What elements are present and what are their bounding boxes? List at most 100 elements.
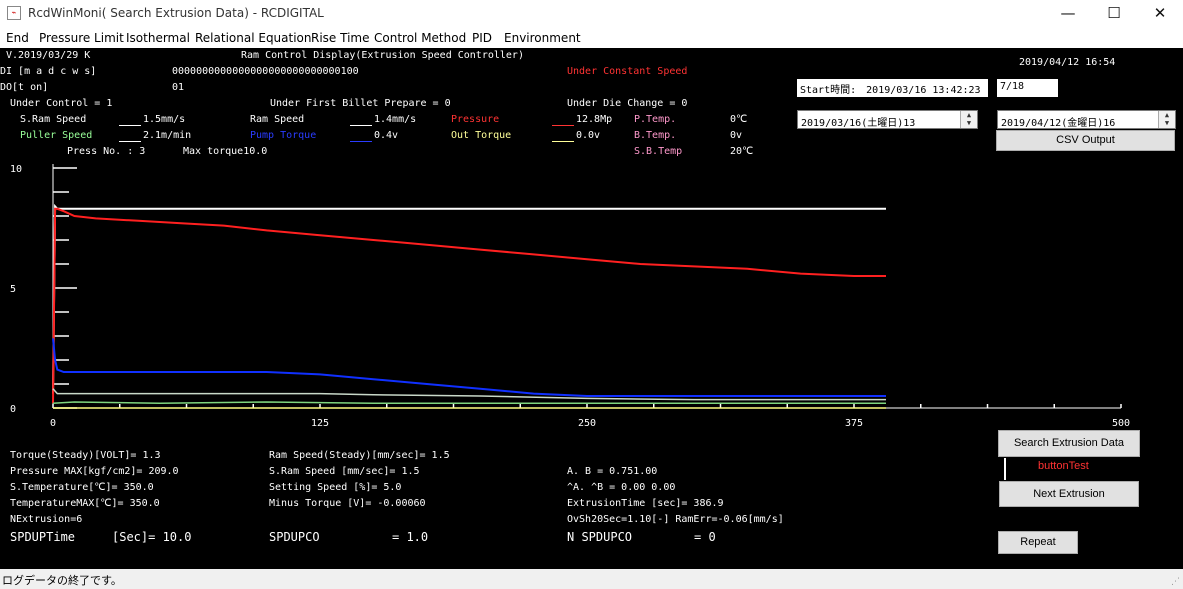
b-temp-value: 0v bbox=[730, 130, 743, 141]
overshoot-ram-error: OvSh20Sec=1.10[-] RamErr=-0.06[mm/s] bbox=[567, 514, 784, 525]
puller-speed-label: Puller Speed bbox=[20, 130, 93, 141]
status-label: Under Constant Speed bbox=[567, 66, 688, 77]
p-temp-label: P.Temp. bbox=[634, 114, 677, 125]
ram-speed-value: 1.4mm/s bbox=[374, 114, 417, 125]
button-test-marker bbox=[1004, 458, 1006, 480]
pressure-label: Pressure bbox=[451, 114, 500, 125]
sram-speed-swatch bbox=[119, 125, 141, 126]
pump-torque-swatch bbox=[350, 141, 372, 142]
close-button[interactable]: ✕ bbox=[1137, 0, 1183, 28]
x-tick-label: 375 bbox=[845, 418, 863, 429]
start-time-box: Start時間: 2019/03/16 13:42:23 bbox=[797, 79, 988, 97]
spdupco-label: SPDUPCO bbox=[269, 530, 320, 544]
x-tick-label: 0 bbox=[50, 418, 56, 429]
sb-temp-value: 20℃ bbox=[730, 146, 754, 157]
do-bits: 01 bbox=[172, 82, 185, 93]
n-spdupco-label: N SPDUPCO bbox=[567, 530, 633, 544]
repeat-button[interactable]: Repeat bbox=[998, 531, 1078, 554]
p-temp-value: 0℃ bbox=[730, 114, 748, 125]
sram-speed-value: 1.5mm/s bbox=[143, 114, 186, 125]
y-tick-label: 0 bbox=[10, 404, 16, 415]
resize-grip-icon[interactable]: ⋰ bbox=[1171, 577, 1180, 587]
series-line-1 bbox=[52, 207, 886, 404]
date-to-value: 2019/04/12(金曜日)16 bbox=[1001, 118, 1116, 129]
puller-speed-value: 2.1m/min bbox=[143, 130, 192, 141]
temperature-max: TemperatureMAX[℃]= 350.0 bbox=[10, 498, 160, 509]
title-bar: ⌁ RcdWinMoni( Search Extrusion Data) - R… bbox=[0, 0, 1183, 28]
torque-steady: Torque(Steady)[VOLT]= 1.3 bbox=[10, 450, 161, 461]
series-line-2 bbox=[52, 338, 886, 397]
ram-speed-label: Ram Speed bbox=[250, 114, 305, 125]
display-title: Ram Control Display(Extrusion Speed Cont… bbox=[241, 50, 524, 61]
spdup-time-label: SPDUPTime bbox=[10, 530, 76, 544]
out-torque-swatch bbox=[552, 141, 574, 142]
ram-speed-steady: Ram Speed(Steady)[mm/sec]= 1.5 bbox=[269, 450, 450, 461]
minimize-button[interactable]: — bbox=[1045, 0, 1091, 28]
first-billet-prepare: Under First Billet Prepare = 0 bbox=[270, 98, 451, 109]
version-label: V.2019/03/29 K bbox=[6, 50, 91, 61]
menu-isothermal[interactable]: Isothermal bbox=[126, 31, 190, 45]
x-tick-label: 500 bbox=[1112, 418, 1130, 429]
do-label: DO[t on] bbox=[0, 82, 49, 93]
di-bits: 0000000000000000000000000000100 bbox=[172, 66, 359, 77]
date-to-picker[interactable]: 2019/04/12(金曜日)16 ▲ ▼ bbox=[997, 110, 1176, 129]
y-tick-label: 5 bbox=[10, 284, 16, 295]
n-spdupco-value: = 0 bbox=[694, 530, 716, 544]
maximize-button[interactable]: ☐ bbox=[1091, 0, 1137, 28]
search-extrusion-data-button[interactable]: Search Extrusion Data bbox=[998, 430, 1140, 457]
pump-torque-label: Pump Torque bbox=[250, 130, 317, 141]
next-extrusion-button[interactable]: Next Extrusion bbox=[999, 481, 1139, 507]
start-time-label: Start時間: bbox=[800, 85, 857, 96]
menu-environment[interactable]: Environment bbox=[504, 31, 581, 45]
n-extrusion: NExtrusion=6 bbox=[10, 514, 83, 525]
out-torque-value: 0.0v bbox=[576, 130, 601, 141]
under-control: Under Control = 1 bbox=[10, 98, 113, 109]
status-text: ログデータの終了です。 bbox=[2, 574, 122, 587]
menu-pid[interactable]: PID bbox=[472, 31, 492, 45]
series-line-3 bbox=[52, 388, 886, 401]
max-torque: Max torque10.0 bbox=[183, 146, 268, 157]
series-line-0 bbox=[52, 203, 886, 394]
menu-control-method[interactable]: Control Method bbox=[374, 31, 466, 45]
date-from-picker[interactable]: 2019/03/16(土曜日)13 ▲ ▼ bbox=[797, 110, 978, 129]
date-from-spinner-icon[interactable]: ▲ ▼ bbox=[960, 111, 977, 128]
window-title: RcdWinMoni( Search Extrusion Data) - RCD… bbox=[28, 6, 324, 20]
pressure-swatch bbox=[552, 125, 574, 126]
app-icon: ⌁ bbox=[7, 6, 21, 20]
out-torque-label: Out Torque bbox=[451, 130, 512, 141]
die-change: Under Die Change = 0 bbox=[567, 98, 688, 109]
csv-output-button[interactable]: CSV Output bbox=[996, 130, 1175, 151]
ram-speed-swatch bbox=[350, 125, 372, 126]
button-test-label: buttonTest bbox=[1038, 460, 1089, 472]
date-to-spinner-icon[interactable]: ▲ ▼ bbox=[1158, 111, 1175, 128]
di-label: DI [m a d c w s] bbox=[0, 66, 97, 77]
coefficient-a2b: ^A. ^B = 0.00 0.00 bbox=[567, 482, 676, 493]
s-ram-speed-summary: S.Ram Speed [mm/sec]= 1.5 bbox=[269, 466, 420, 477]
date-from-value: 2019/03/16(土曜日)13 bbox=[801, 118, 916, 129]
menu-rise-time[interactable]: Rise Time bbox=[311, 31, 370, 45]
sb-temp-label: S.B.Temp bbox=[634, 146, 683, 157]
pressure-value: 12.8Mp bbox=[576, 114, 613, 125]
spdupco-value: = 1.0 bbox=[392, 530, 429, 544]
press-no: Press No. : 3 bbox=[67, 146, 146, 157]
extrusion-counter: 7/18 bbox=[997, 79, 1058, 97]
menu-pressure-limit[interactable]: Pressure Limit bbox=[39, 31, 124, 45]
puller-speed-swatch bbox=[119, 141, 141, 142]
series-line-4 bbox=[52, 401, 886, 404]
b-temp-label: B.Temp. bbox=[634, 130, 677, 141]
minus-torque: Minus Torque [V]= -0.00060 bbox=[269, 498, 426, 509]
menu-end[interactable]: End bbox=[6, 31, 29, 45]
date-time: 2019/04/12 16:54 bbox=[1019, 57, 1116, 68]
x-tick-label: 125 bbox=[311, 418, 329, 429]
spdup-time-value: [Sec]= 10.0 bbox=[112, 530, 192, 544]
menu-bar: End Pressure Limit Isothermal Relational… bbox=[0, 28, 1183, 48]
x-tick-label: 250 bbox=[578, 418, 596, 429]
pump-torque-value: 0.4v bbox=[374, 130, 399, 141]
start-time-value: 2019/03/16 13:42:23 bbox=[866, 85, 981, 96]
setting-speed: Setting Speed [%]= 5.0 bbox=[269, 482, 402, 493]
extrusion-chart: 0 5 10 0 125 250 375 500 bbox=[10, 164, 1130, 429]
s-temperature: S.Temperature[℃]= 350.0 bbox=[10, 482, 154, 493]
menu-relational-equation[interactable]: Relational Equation bbox=[195, 31, 312, 45]
pressure-max: Pressure MAX[kgf/cm2]= 209.0 bbox=[10, 466, 179, 477]
extrusion-time: ExtrusionTime [sec]= 386.9 bbox=[567, 498, 724, 509]
